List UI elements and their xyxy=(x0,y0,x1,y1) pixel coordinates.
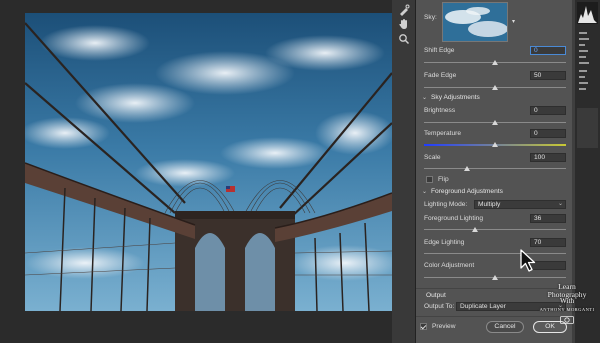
scale-slider-thumb[interactable] xyxy=(463,166,470,171)
temperature-input[interactable]: 0 xyxy=(530,129,566,138)
cancel-button[interactable]: Cancel xyxy=(486,321,524,333)
foreground-lighting-input[interactable]: 36 xyxy=(530,214,566,223)
watermark-line4: ANTHONY MORGANTI xyxy=(539,306,595,312)
shift-edge-input[interactable]: 0 xyxy=(530,46,566,55)
fade-edge-input[interactable]: 50 xyxy=(530,71,566,80)
sky-dropdown-caret-icon[interactable]: ▾ xyxy=(512,18,515,25)
foreground-adjustments-title: Foreground Adjustments xyxy=(431,188,503,195)
flip-label: Flip xyxy=(438,176,449,183)
foreground-adjustments-header[interactable]: ⌄ Foreground Adjustments xyxy=(422,188,503,195)
flip-checkbox[interactable] xyxy=(426,176,433,183)
watermark-logo: Learn Photography With ANTHONY MORGANTI xyxy=(534,283,600,324)
edge-lighting-label: Edge Lighting xyxy=(424,239,465,246)
hand-icon[interactable] xyxy=(398,18,410,30)
color-adjustment-label: Color Adjustment xyxy=(424,262,475,269)
tool-strip xyxy=(392,0,416,343)
temperature-slider-thumb[interactable] xyxy=(492,142,498,147)
foreground-lighting-label: Foreground Lighting xyxy=(424,215,484,222)
sky-label: Sky: xyxy=(424,14,437,21)
sky-preset-thumbnail[interactable] xyxy=(442,2,508,42)
shift-edge-label: Shift Edge xyxy=(424,47,455,54)
preview-image[interactable] xyxy=(25,13,392,311)
scale-input[interactable]: 100 xyxy=(530,153,566,162)
output-to-value: Duplicate Layer xyxy=(460,303,506,310)
canvas-area xyxy=(0,0,392,343)
histogram-thumbnail xyxy=(577,2,598,24)
brightness-label: Brightness xyxy=(424,107,456,114)
lighting-mode-label: Lighting Mode: xyxy=(424,201,468,208)
layers-panel-thumbnail xyxy=(577,108,598,148)
bridge-sky-photo xyxy=(25,13,392,311)
watermark-line3: With xyxy=(559,297,575,305)
lighting-mode-value: Multiply xyxy=(478,201,501,208)
fade-edge-label: Fade Edge xyxy=(424,72,457,79)
chevron-down-icon: ⌄ xyxy=(422,95,428,101)
brightness-input[interactable]: 0 xyxy=(530,106,566,115)
preview-label: Preview xyxy=(432,323,456,330)
lighting-mode-select[interactable]: Multiply ⌄ xyxy=(474,200,566,209)
fade-edge-slider-thumb[interactable] xyxy=(492,85,498,90)
foreground-lighting-slider-track[interactable] xyxy=(424,229,566,230)
color-adjustment-slider-thumb[interactable] xyxy=(492,275,498,280)
temperature-label: Temperature xyxy=(424,130,462,137)
shift-edge-slider-thumb[interactable] xyxy=(492,60,498,65)
sky-brush-icon[interactable] xyxy=(398,4,410,16)
chevron-down-icon: ⌄ xyxy=(422,189,428,195)
output-to-label: Output To: xyxy=(424,303,455,310)
foreground-lighting-slider-thumb[interactable] xyxy=(472,227,479,232)
zoom-icon[interactable] xyxy=(398,33,410,45)
properties-list-thumbnail xyxy=(577,30,598,100)
output-title: Output xyxy=(426,292,446,299)
preview-checkbox[interactable] xyxy=(420,323,427,330)
sky-adjustments-title: Sky Adjustments xyxy=(431,94,480,101)
scale-slider-track[interactable] xyxy=(424,168,566,169)
edge-lighting-slider-track[interactable] xyxy=(424,253,566,254)
chevron-down-icon: ⌄ xyxy=(557,201,563,207)
camera-icon xyxy=(560,315,574,324)
scale-label: Scale xyxy=(424,154,441,161)
edge-lighting-input[interactable]: 70 xyxy=(530,238,566,247)
mouse-cursor-icon xyxy=(520,249,536,275)
brightness-slider-thumb[interactable] xyxy=(492,120,498,125)
sky-adjustments-header[interactable]: ⌄ Sky Adjustments xyxy=(422,94,480,101)
